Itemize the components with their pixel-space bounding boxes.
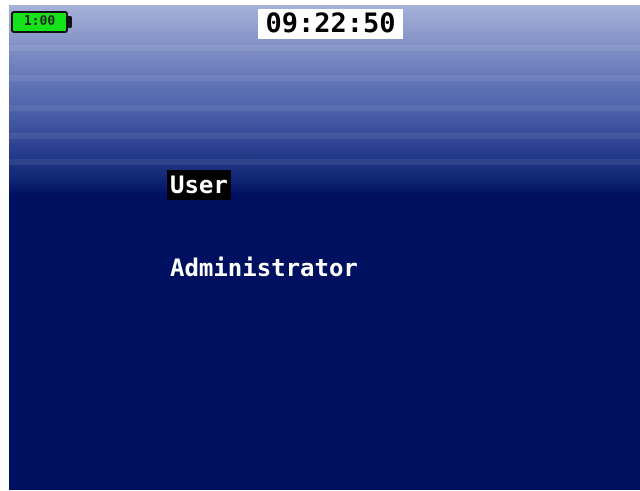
battery-terminal-icon: [68, 16, 72, 28]
gradient-band: [9, 45, 640, 51]
gradient-band: [9, 105, 640, 111]
battery-label: 1:00: [23, 14, 56, 29]
clock-display: 09:22:50: [258, 9, 403, 39]
menu-item-administrator[interactable]: Administrator: [167, 253, 361, 283]
gradient-band: [9, 75, 640, 81]
battery-icon: 1:00: [11, 11, 68, 33]
device-frame: 1:00 09:22:50 User Administrator: [0, 0, 640, 491]
device-screen: 1:00 09:22:50 User Administrator: [9, 5, 640, 490]
gradient-band: [9, 159, 640, 165]
menu-item-user[interactable]: User: [167, 170, 231, 200]
gradient-band: [9, 133, 640, 139]
